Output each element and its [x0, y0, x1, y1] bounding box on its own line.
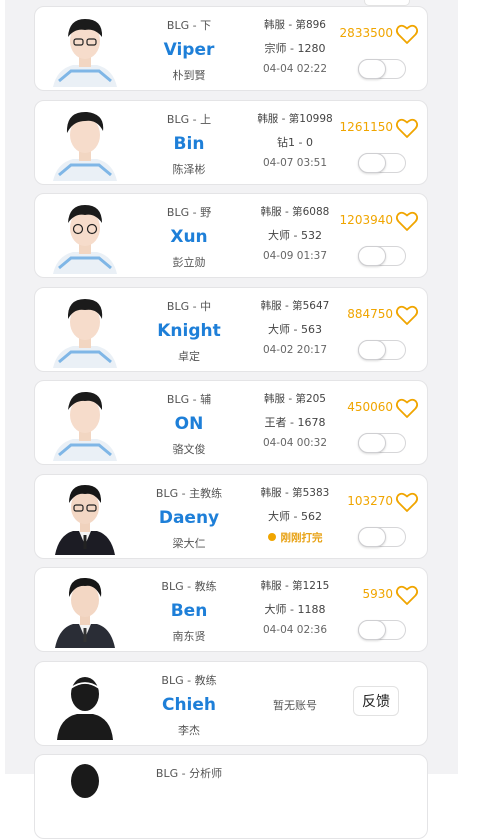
team-role: BLG - 下	[166, 19, 212, 32]
player-photo	[49, 572, 121, 648]
real-name: 李杰	[178, 724, 200, 737]
server-rank: 韩服 - 第10998	[257, 113, 333, 125]
like-count: 2833500	[339, 26, 393, 40]
last-played-time: 04-09 01:37	[262, 250, 328, 262]
notify-toggle[interactable]	[358, 59, 406, 79]
notify-toggle[interactable]	[358, 153, 406, 173]
like-count: 5930	[362, 587, 393, 601]
notify-toggle[interactable]	[358, 527, 406, 547]
team-role: BLG - 中	[166, 300, 212, 313]
like-count: 450060	[347, 400, 393, 414]
player-name[interactable]: Ben	[125, 601, 253, 621]
heart-outline-icon[interactable]	[395, 210, 419, 232]
last-played-time: 04-04 00:32	[262, 437, 328, 449]
toggle-knob	[358, 340, 386, 360]
notify-toggle[interactable]	[358, 433, 406, 453]
tier-points: 王者 - 1678	[264, 416, 326, 429]
team-role: BLG - 上	[166, 113, 212, 126]
player-card-xun[interactable]: BLG - 野 Xun 彭立勋 韩服 - 第6088 大师 - 532 04-0…	[34, 193, 428, 278]
team-role: BLG - 教练	[161, 580, 217, 593]
player-card-on[interactable]: BLG - 辅 ON 骆文俊 韩服 - 第205 王者 - 1678 04-04…	[34, 380, 428, 465]
last-played-time: 04-02 20:17	[262, 344, 328, 356]
player-card-knight[interactable]: BLG - 中 Knight 卓定 韩服 - 第5647 大师 - 563 04…	[34, 287, 428, 372]
last-played-time: 04-07 03:51	[262, 157, 328, 169]
notify-toggle[interactable]	[358, 620, 406, 640]
server-rank: 韩服 - 第6088	[260, 206, 330, 218]
last-played-time: 04-04 02:22	[262, 63, 328, 75]
status-dot-icon	[267, 533, 276, 541]
player-name[interactable]: Knight	[125, 321, 253, 341]
like-count: 103270	[347, 494, 393, 508]
server-rank: 韩服 - 第205	[263, 393, 326, 405]
heart-outline-icon[interactable]	[395, 117, 419, 139]
tier-points: 钻1 - 0	[277, 136, 313, 149]
server-rank: 韩服 - 第1215	[260, 580, 330, 592]
notify-toggle[interactable]	[358, 340, 406, 360]
real-name: 卓定	[178, 350, 200, 363]
real-name: 南东贤	[172, 630, 206, 643]
play-status: 刚刚打完	[249, 530, 341, 545]
player-name[interactable]: ON	[125, 414, 253, 434]
like-count: 1203940	[339, 213, 393, 227]
player-card-ben[interactable]: BLG - 教练 Ben 南东贤 韩服 - 第1215 大师 - 1188 04…	[34, 567, 428, 652]
tier-points: 大师 - 1188	[264, 603, 326, 616]
player-photo	[49, 759, 121, 835]
player-card-viper[interactable]: BLG - 下 Viper 朴到賢 韩服 - 第896 宗师 - 1280 04…	[34, 6, 428, 91]
person-silhouette-icon	[49, 666, 121, 742]
real-name: 陈泽彬	[172, 163, 206, 176]
player-name[interactable]: Viper	[125, 40, 253, 60]
player-photo	[49, 198, 121, 274]
toggle-knob	[358, 153, 386, 173]
tier-points: 大师 - 563	[268, 323, 322, 336]
heart-outline-icon[interactable]	[395, 584, 419, 606]
team-role: BLG - 主教练	[155, 487, 223, 500]
team-role: BLG - 辅	[166, 393, 212, 406]
real-name: 梁大仁	[172, 537, 206, 550]
real-name: 朴到賢	[172, 69, 206, 82]
player-photo	[49, 105, 121, 181]
player-name[interactable]: Bin	[125, 134, 253, 154]
player-card-chieh[interactable]: BLG - 教练 Chieh 李杰 暂无账号 反馈	[34, 661, 428, 746]
tier-points: 大师 - 532	[268, 229, 322, 242]
toggle-knob	[358, 246, 386, 266]
server-rank: 韩服 - 第896	[263, 19, 326, 31]
team-role: BLG - 野	[166, 206, 212, 219]
player-photo	[49, 479, 121, 555]
like-count: 884750	[347, 307, 393, 321]
last-played-time: 04-04 02:36	[262, 624, 328, 636]
feedback-button[interactable]: 反馈	[353, 686, 399, 716]
heart-outline-icon[interactable]	[395, 23, 419, 45]
tier-points: 大师 - 562	[268, 510, 322, 523]
team-role: BLG - 分析师	[155, 767, 223, 780]
server-rank: 韩服 - 第5647	[260, 300, 330, 312]
player-photo	[49, 11, 121, 87]
server-rank: 韩服 - 第5383	[260, 487, 330, 499]
toggle-knob	[358, 620, 386, 640]
status-text: 刚刚打完	[280, 532, 323, 544]
real-name: 彭立勋	[172, 256, 206, 269]
player-card-bin[interactable]: BLG - 上 Bin 陈泽彬 韩服 - 第10998 钻1 - 0 04-07…	[34, 100, 428, 185]
heart-outline-icon[interactable]	[395, 304, 419, 326]
heart-outline-icon[interactable]	[395, 491, 419, 513]
tier-points: 宗师 - 1280	[264, 42, 326, 55]
player-photo	[49, 292, 121, 368]
toggle-knob	[358, 527, 386, 547]
player-card-analyst[interactable]: BLG - 分析师	[34, 754, 428, 839]
player-photo	[49, 385, 121, 461]
player-name[interactable]: Xun	[125, 227, 253, 247]
no-account-label: 暂无账号	[273, 699, 317, 712]
toggle-knob	[358, 433, 386, 453]
player-name[interactable]: Chieh	[125, 695, 253, 715]
player-card-daeny[interactable]: BLG - 主教练 Daeny 梁大仁 韩服 - 第5383 大师 - 562 …	[34, 474, 428, 559]
real-name: 骆文俊	[172, 443, 206, 456]
heart-outline-icon[interactable]	[395, 397, 419, 419]
team-role: BLG - 教练	[161, 674, 217, 687]
notify-toggle[interactable]	[358, 246, 406, 266]
like-count: 1261150	[339, 120, 393, 134]
player-name[interactable]: Daeny	[125, 508, 253, 528]
toggle-knob	[358, 59, 386, 79]
